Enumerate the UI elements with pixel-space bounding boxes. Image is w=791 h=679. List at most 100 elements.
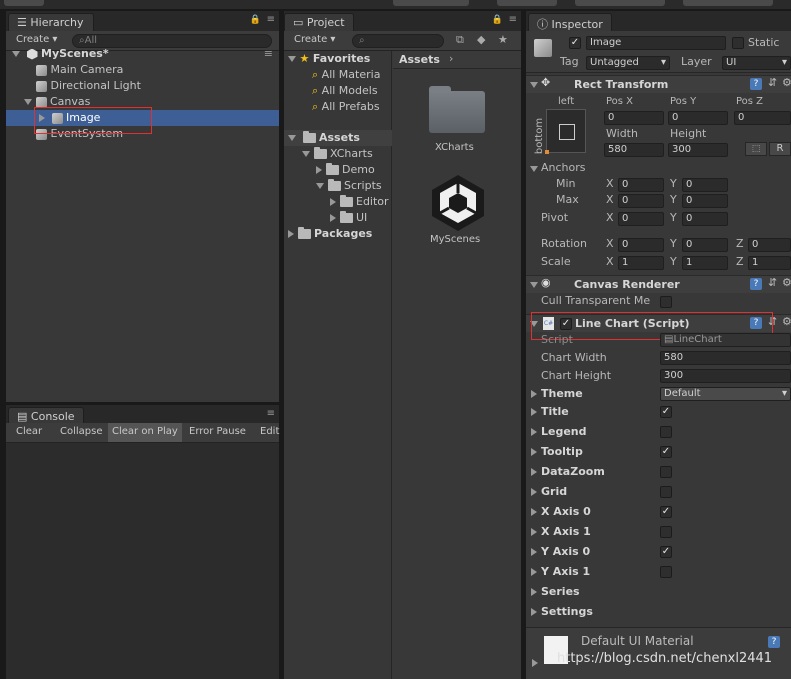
theme-dropdown[interactable]: Default ▾ — [660, 387, 791, 401]
filter-type-icon[interactable]: ⧉ — [456, 33, 464, 47]
max-y-field[interactable]: 0 — [682, 194, 728, 208]
toggle-label[interactable]: X Axis 1 — [541, 525, 591, 539]
width-field[interactable]: 580 — [604, 143, 664, 157]
scale-x-field[interactable]: 1 — [618, 256, 664, 270]
collapse-arrow-icon[interactable] — [531, 568, 537, 576]
editor-button[interactable]: Edit — [260, 426, 279, 440]
toggle-checkbox[interactable] — [660, 486, 672, 498]
breadcrumb-assets[interactable]: Assets — [399, 53, 440, 66]
object-name-field[interactable]: Image — [586, 36, 726, 50]
clear-on-play-button[interactable]: Clear on Play — [108, 423, 182, 442]
assets-header[interactable]: Assets — [284, 130, 392, 146]
help-icon[interactable]: ? — [768, 636, 780, 648]
anchors-label[interactable]: Anchors — [541, 161, 586, 175]
toggle-checkbox[interactable]: ✓ — [660, 506, 672, 518]
scene-row[interactable]: MyScenes* ≡ — [6, 46, 279, 62]
asset-folder[interactable]: XCharts — [419, 85, 489, 157]
collapse-arrow-icon[interactable] — [531, 608, 537, 616]
help-icon[interactable]: ? — [750, 278, 762, 290]
hierarchy-item[interactable]: Main Camera — [36, 62, 123, 78]
collapse-button[interactable]: Collapse — [60, 426, 103, 440]
project-search[interactable]: ⌕ — [352, 34, 444, 48]
max-x-field[interactable]: 0 — [618, 194, 664, 208]
expand-arrow-icon[interactable] — [530, 166, 538, 172]
gear-icon[interactable]: ⚙ — [782, 276, 791, 289]
toggle-label[interactable]: X Axis 0 — [541, 505, 591, 519]
tree-item[interactable]: Demo — [316, 162, 375, 178]
toggle-label[interactable]: Y Axis 0 — [541, 545, 590, 559]
min-y-field[interactable]: 0 — [682, 178, 728, 192]
toggle-checkbox[interactable] — [660, 426, 672, 438]
active-checkbox[interactable]: ✓ — [569, 37, 581, 49]
min-x-field[interactable]: 0 — [618, 178, 664, 192]
collapse-arrow-icon[interactable] — [330, 214, 336, 222]
rot-y-field[interactable]: 0 — [682, 238, 728, 252]
layer-dropdown[interactable]: UI ▾ — [722, 56, 791, 70]
cull-checkbox[interactable] — [660, 296, 672, 308]
gear-icon[interactable]: ⚙ — [782, 76, 791, 89]
favorite-star-icon[interactable]: ★ — [498, 33, 508, 46]
settings-icon[interactable]: ⇵ — [768, 76, 777, 89]
clear-button[interactable]: Clear — [16, 426, 42, 440]
hierarchy-tab[interactable]: ☰ Hierarchy — [8, 13, 94, 31]
filter-label-icon[interactable]: ◆ — [477, 33, 485, 46]
rot-z-field[interactable]: 0 — [748, 238, 791, 252]
collapse-arrow-icon[interactable] — [531, 468, 537, 476]
rect-transform-header[interactable]: ✥ Rect Transform ? ⇵ ⚙ — [526, 75, 791, 93]
static-checkbox[interactable] — [732, 37, 744, 49]
toggle-checkbox[interactable] — [660, 526, 672, 538]
theme-label[interactable]: Theme — [541, 387, 583, 401]
collapse-arrow-icon[interactable] — [330, 198, 336, 206]
blueprint-button[interactable]: ⬚ — [745, 142, 767, 156]
expand-arrow-icon[interactable] — [316, 183, 324, 189]
height-field[interactable]: 300 — [668, 143, 728, 157]
collapse-arrow-icon[interactable] — [532, 659, 538, 667]
tree-item[interactable]: XCharts — [302, 146, 373, 162]
chart-height-field[interactable]: 300 — [660, 369, 791, 383]
tree-item[interactable]: Editor — [330, 194, 389, 210]
expand-arrow-icon[interactable] — [288, 135, 296, 141]
scale-z-field[interactable]: 1 — [748, 256, 791, 270]
tree-item[interactable]: Scripts — [316, 178, 382, 194]
collapse-arrow-icon[interactable] — [531, 528, 537, 536]
project-tab[interactable]: ▭ Project — [284, 13, 354, 31]
toolbar-button[interactable] — [575, 0, 665, 6]
favorites-header[interactable]: ★ Favorites — [288, 51, 370, 67]
toggle-label[interactable]: Grid — [541, 485, 567, 499]
toggle-checkbox[interactable]: ✓ — [660, 546, 672, 558]
asset-scene[interactable]: MyScenes — [419, 171, 489, 251]
collapse-arrow-icon[interactable] — [288, 230, 294, 238]
gear-icon[interactable]: ⚙ — [782, 315, 791, 328]
toggle-checkbox[interactable] — [660, 566, 672, 578]
tag-dropdown[interactable]: Untagged ▾ — [586, 56, 670, 70]
raw-edit-button[interactable]: R — [769, 142, 791, 156]
expand-arrow-icon[interactable] — [530, 282, 538, 288]
tree-item[interactable]: UI — [330, 210, 367, 226]
expand-arrow-icon[interactable] — [24, 99, 32, 105]
error-pause-button[interactable]: Error Pause — [189, 426, 246, 440]
toggle-label[interactable]: DataZoom — [541, 465, 605, 479]
collapse-arrow-icon[interactable] — [531, 588, 537, 596]
pivot-y-field[interactable]: 0 — [682, 212, 728, 226]
menu-icon[interactable]: ≡ — [267, 14, 275, 25]
collapse-arrow-icon[interactable] — [531, 428, 537, 436]
packages-header[interactable]: Packages — [288, 226, 372, 242]
posy-field[interactable]: 0 — [668, 111, 728, 125]
series-label[interactable]: Series — [541, 585, 580, 599]
menu-icon[interactable]: ≡ — [267, 408, 275, 419]
toggle-label[interactable]: Legend — [541, 425, 587, 439]
posx-field[interactable]: 0 — [604, 111, 664, 125]
toggle-checkbox[interactable] — [660, 466, 672, 478]
expand-arrow-icon[interactable] — [12, 51, 20, 57]
toolbar-button[interactable] — [497, 0, 557, 6]
expand-arrow-icon[interactable] — [530, 82, 538, 88]
pivot-x-field[interactable]: 0 — [618, 212, 664, 226]
collapse-arrow-icon[interactable] — [531, 390, 537, 398]
scene-menu-icon[interactable]: ≡ — [264, 46, 273, 62]
create-button[interactable]: Create ▾ — [294, 34, 335, 48]
toolbar-button[interactable] — [393, 0, 469, 6]
collapse-arrow-icon[interactable] — [316, 166, 322, 174]
lock-icon[interactable]: 🔒 — [250, 15, 261, 25]
toggle-label[interactable]: Title — [541, 405, 569, 419]
collapse-arrow-icon[interactable] — [531, 448, 537, 456]
